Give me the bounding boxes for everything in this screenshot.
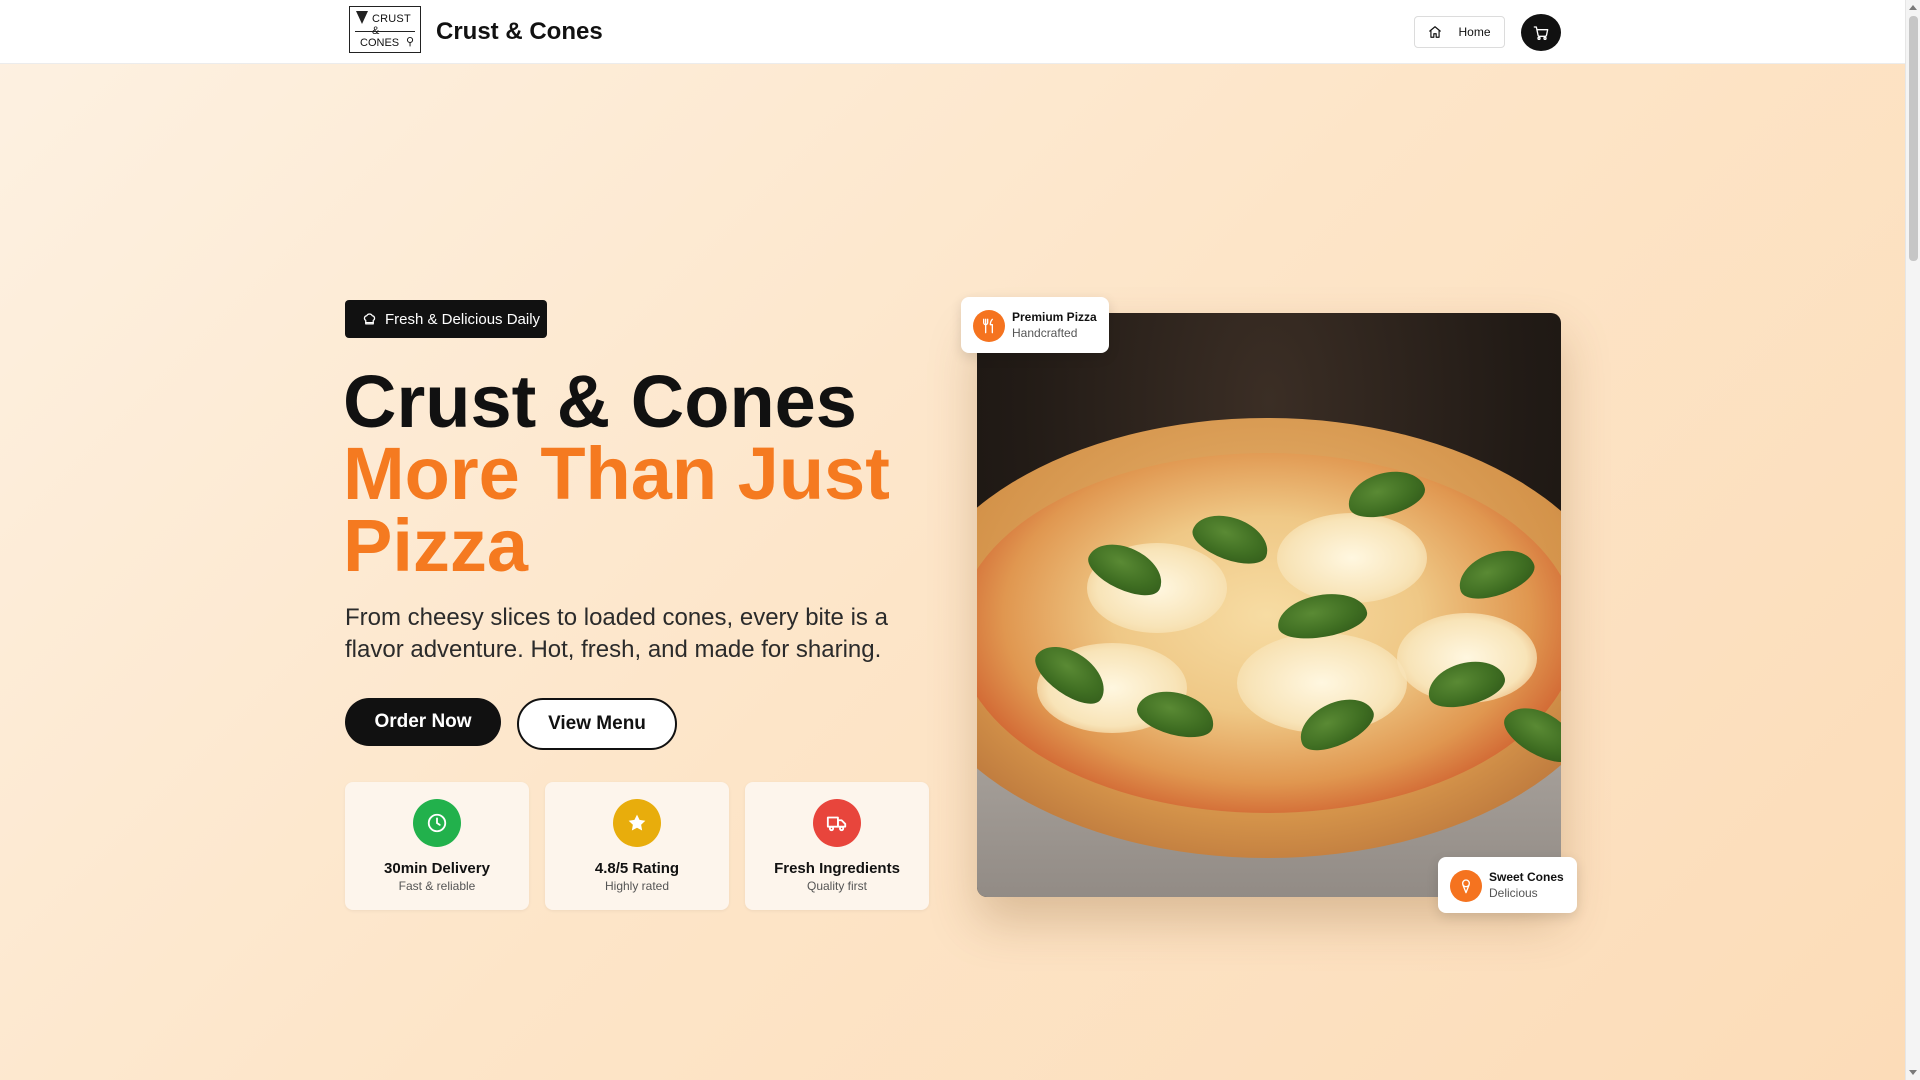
ice-cream-icon: ⚲ bbox=[406, 36, 415, 48]
ice-cream-icon bbox=[1450, 870, 1482, 902]
feature-subtitle: Highly rated bbox=[604, 879, 670, 893]
scroll-up-arrow-icon[interactable] bbox=[1909, 5, 1917, 10]
hero-title-main: Crust & Cones bbox=[343, 360, 857, 443]
sweet-cones-badge: Sweet Cones Delicious bbox=[1438, 857, 1577, 913]
star-icon bbox=[613, 799, 661, 847]
page-scrollbar[interactable] bbox=[1905, 0, 1920, 1080]
badge-title: Premium Pizza bbox=[1012, 310, 1097, 324]
feature-card-rating: 4.8/5 Rating Highly rated bbox=[545, 782, 729, 910]
hero-title: Crust & Cones More Than Just Pizza bbox=[343, 365, 963, 587]
pizza-slice-icon bbox=[356, 11, 368, 24]
fresh-daily-tag: Fresh & Delicious Daily bbox=[345, 300, 547, 338]
order-now-button[interactable]: Order Now bbox=[345, 698, 501, 746]
clock-icon bbox=[413, 799, 461, 847]
cheese-patch bbox=[1277, 513, 1427, 603]
truck-icon bbox=[813, 799, 861, 847]
hero-pizza-image bbox=[977, 313, 1561, 897]
brand-logo[interactable]: CRUST & CONES ⚲ bbox=[349, 6, 421, 53]
cart-button[interactable] bbox=[1521, 14, 1561, 51]
home-icon bbox=[1429, 26, 1442, 38]
feature-subtitle: Fast & reliable bbox=[398, 879, 476, 893]
premium-pizza-badge: Premium Pizza Handcrafted bbox=[961, 297, 1109, 353]
home-button[interactable]: Home bbox=[1414, 16, 1505, 48]
shopping-cart-icon bbox=[1533, 25, 1549, 40]
feature-title: 4.8/5 Rating bbox=[594, 860, 680, 877]
feature-card-ingredients: Fresh Ingredients Quality first bbox=[745, 782, 929, 910]
home-button-label: Home bbox=[1458, 25, 1491, 39]
feature-subtitle: Quality first bbox=[806, 879, 867, 893]
badge-subtitle: Delicious bbox=[1489, 886, 1538, 900]
utensils-icon bbox=[973, 310, 1005, 342]
feature-title: 30min Delivery bbox=[384, 860, 490, 877]
view-menu-button[interactable]: View Menu bbox=[517, 698, 677, 750]
logo-text-line1: CRUST & bbox=[372, 13, 411, 37]
badge-subtitle: Handcrafted bbox=[1012, 326, 1078, 340]
logo-divider bbox=[355, 31, 415, 32]
brand-name[interactable]: Crust & Cones bbox=[436, 18, 603, 46]
badge-title: Sweet Cones bbox=[1489, 870, 1564, 884]
hero-title-accent: More Than Just Pizza bbox=[343, 432, 890, 587]
fresh-daily-tag-label: Fresh & Delicious Daily bbox=[385, 310, 541, 328]
scroll-down-arrow-icon[interactable] bbox=[1909, 1070, 1917, 1075]
logo-text-line2: CONES bbox=[360, 37, 400, 49]
feature-card-delivery: 30min Delivery Fast & reliable bbox=[345, 782, 529, 910]
feature-title: Fresh Ingredients bbox=[774, 860, 900, 877]
scrollbar-thumb[interactable] bbox=[1909, 16, 1918, 261]
chef-hat-icon bbox=[363, 312, 376, 324]
top-navbar: CRUST & CONES ⚲ Crust & Cones Home bbox=[0, 0, 1905, 64]
hero-subtitle: From cheesy slices to loaded cones, ever… bbox=[345, 604, 888, 663]
